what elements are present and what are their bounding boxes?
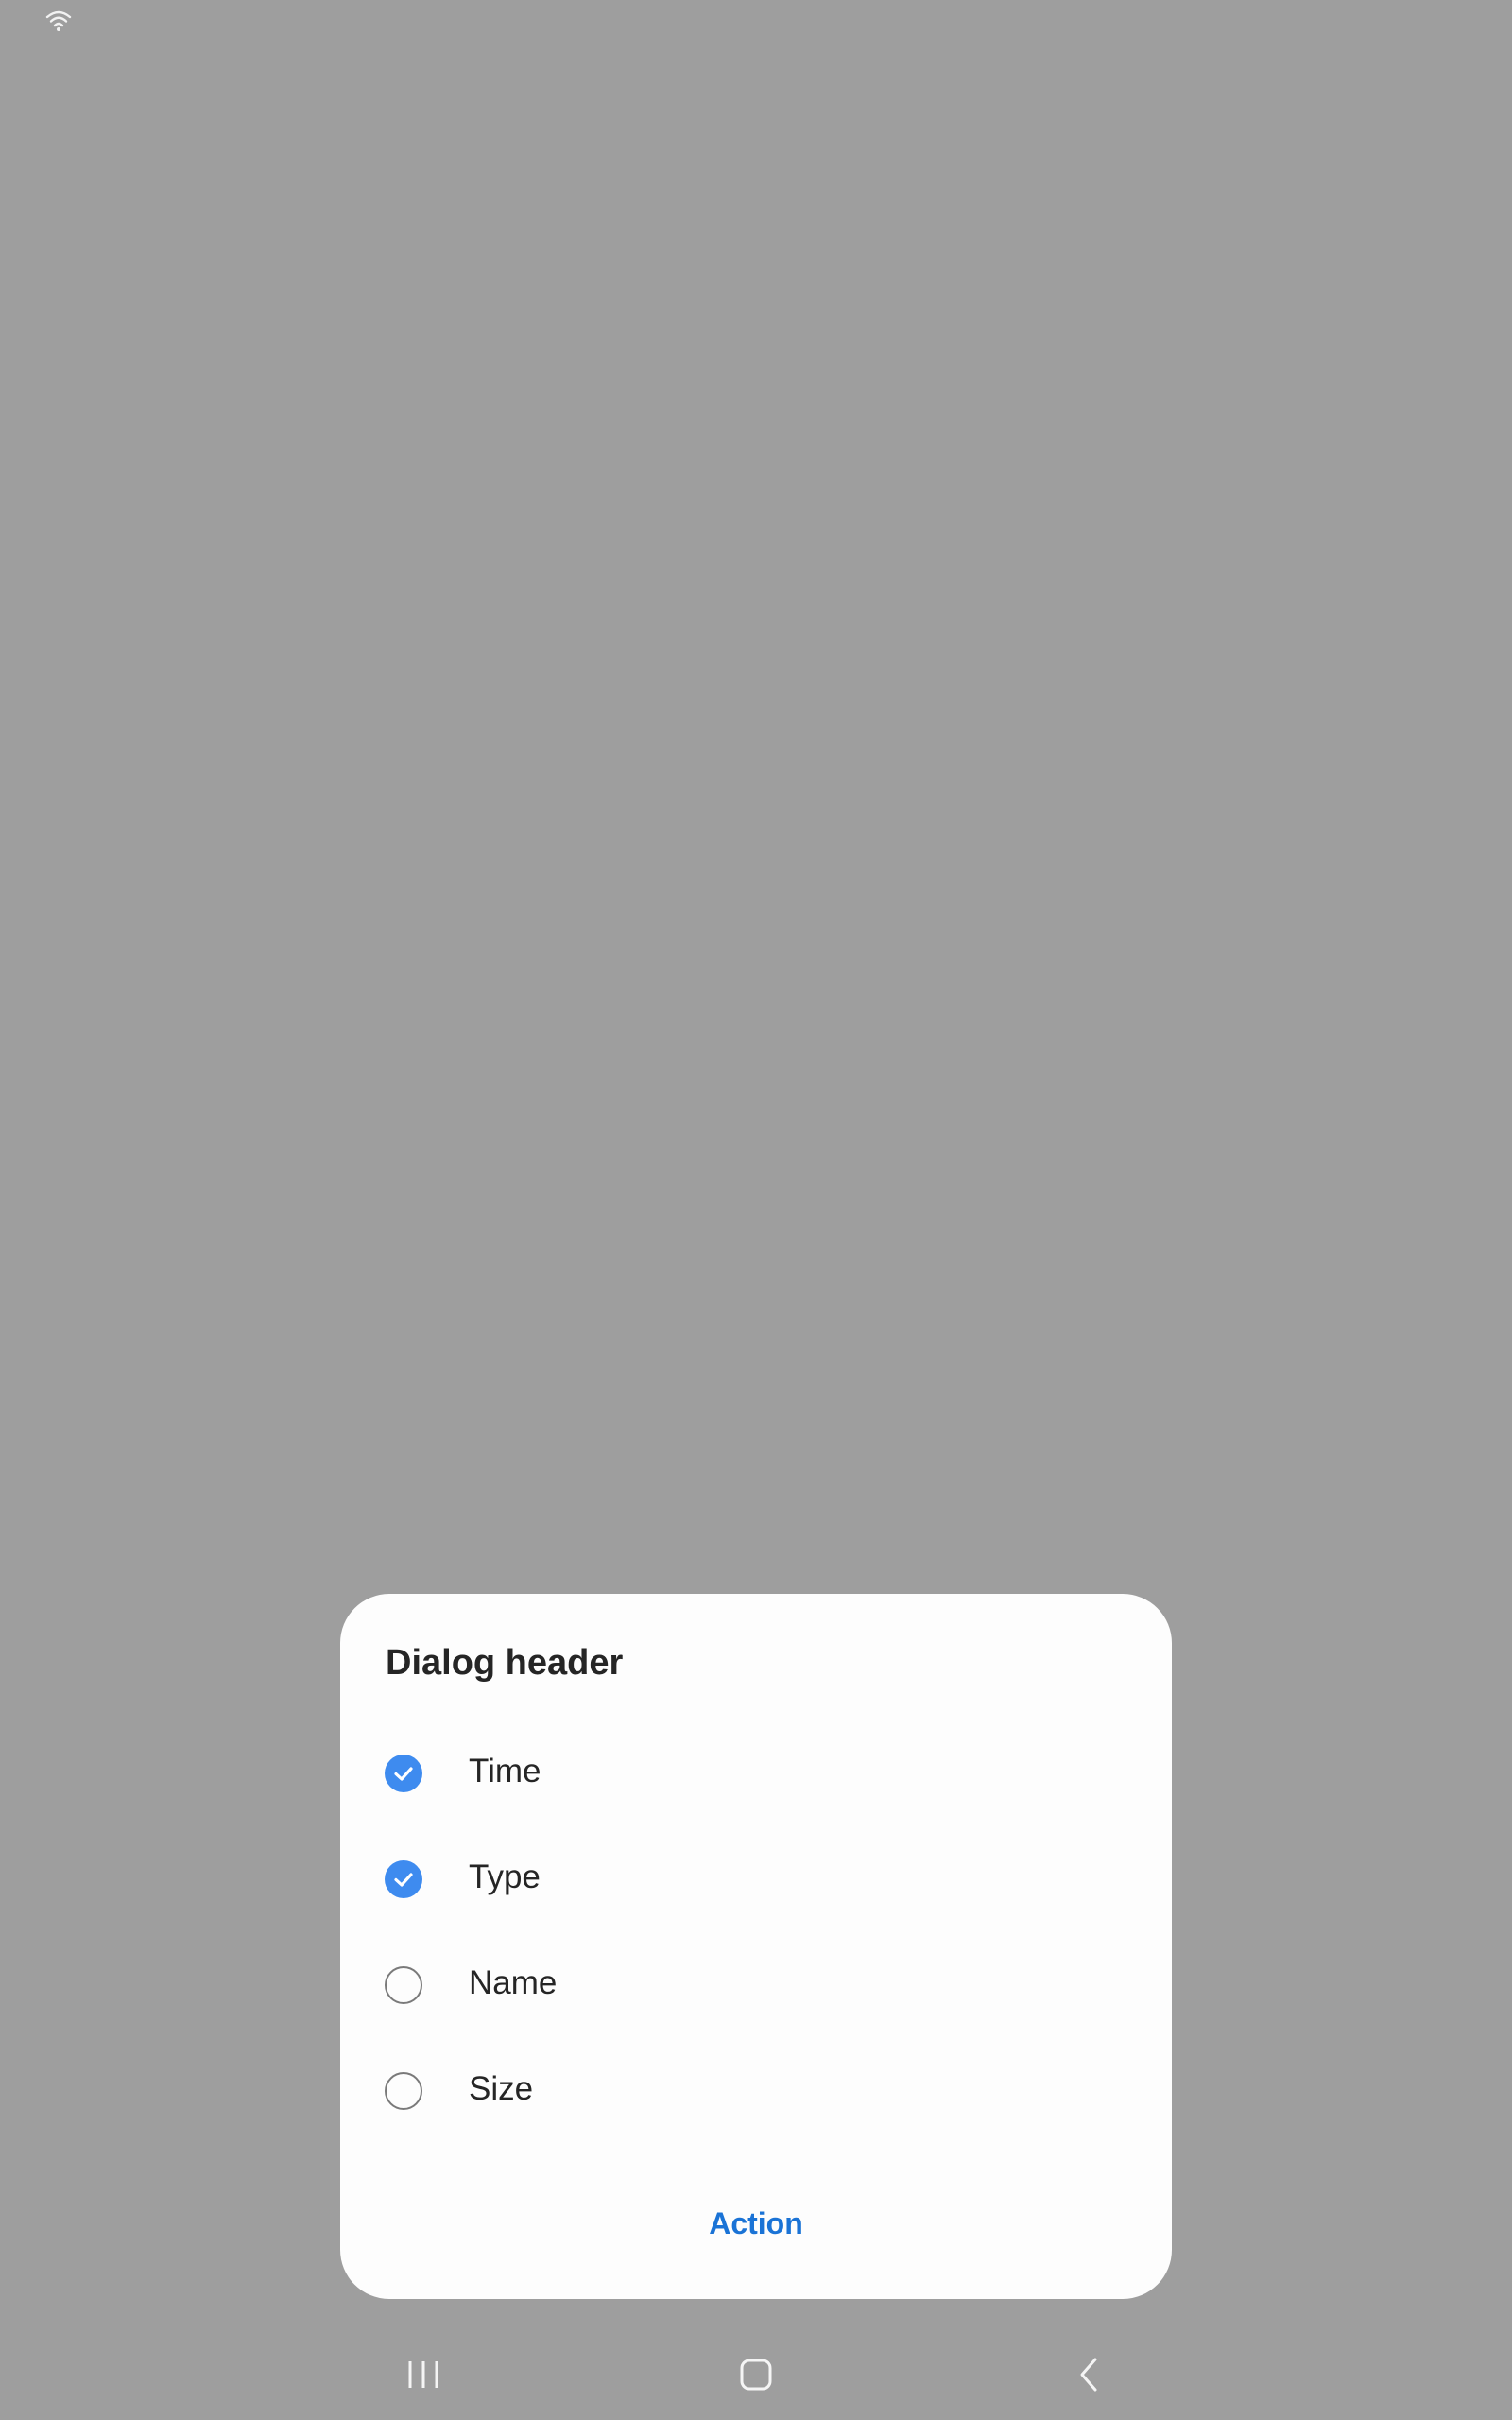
home-button[interactable] bbox=[718, 2346, 794, 2403]
option-list: Time Type Name Size bbox=[340, 1720, 1172, 2144]
home-icon bbox=[740, 2359, 772, 2391]
option-label: Size bbox=[469, 2070, 534, 2107]
checkbox[interactable] bbox=[385, 1754, 422, 1792]
option-type[interactable]: Type bbox=[340, 1826, 1172, 1932]
option-time[interactable]: Time bbox=[340, 1720, 1172, 1826]
option-label: Type bbox=[469, 1858, 541, 1895]
checkbox[interactable] bbox=[385, 1966, 422, 2004]
option-label: Name bbox=[469, 1964, 558, 2001]
wifi-icon bbox=[45, 10, 72, 31]
status-bar bbox=[0, 0, 1512, 47]
option-name[interactable]: Name bbox=[340, 1932, 1172, 2038]
option-label: Time bbox=[469, 1753, 541, 1789]
dialog-title: Dialog header bbox=[386, 1643, 624, 1683]
checkbox[interactable] bbox=[385, 1860, 422, 1898]
back-button[interactable] bbox=[1051, 2346, 1126, 2403]
recent-apps-button[interactable] bbox=[386, 2346, 461, 2403]
action-button[interactable]: Action bbox=[662, 2193, 850, 2254]
dialog: Dialog header Time Type Name Size Action bbox=[340, 1594, 1172, 2299]
back-icon bbox=[1080, 2358, 1097, 2392]
recent-apps-icon bbox=[408, 2361, 438, 2388]
checkbox[interactable] bbox=[385, 2072, 422, 2110]
navigation-bar bbox=[0, 2325, 1512, 2420]
option-size[interactable]: Size bbox=[340, 2038, 1172, 2144]
